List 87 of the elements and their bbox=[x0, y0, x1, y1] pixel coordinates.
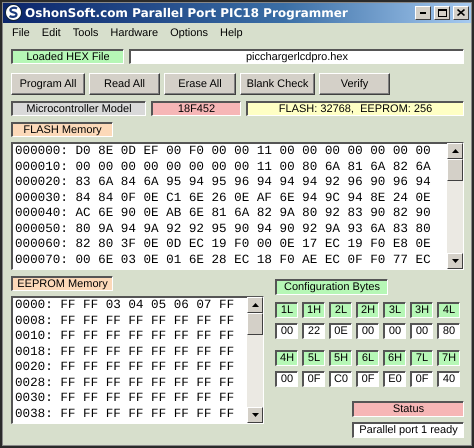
menu-item[interactable]: Hardware bbox=[104, 27, 164, 39]
action-button[interactable]: Program All bbox=[11, 73, 85, 95]
scrollbar-thumb[interactable] bbox=[447, 159, 463, 181]
config-byte-name: 1L bbox=[275, 302, 298, 318]
config-byte-value[interactable]: 0E bbox=[329, 323, 352, 339]
menu-item[interactable]: Options bbox=[164, 27, 214, 39]
model-value: 18F452 bbox=[151, 101, 241, 116]
config-byte-name: 5L bbox=[302, 350, 325, 366]
hex-dump-row-text: 0000: FF FF 03 04 05 06 07 FF bbox=[15, 298, 236, 314]
up-arrow-icon bbox=[452, 149, 458, 153]
hex-dump-row-text: 0030: FF FF FF FF FF FF FF FF bbox=[15, 391, 236, 406]
menu-item[interactable]: Tools bbox=[66, 27, 104, 39]
hex-dump-row-text: 000040: AC 6E 90 0E AB 6E 81 6A 82 9A 80 92 83 90 82 90 bbox=[15, 206, 432, 222]
config-bytes-label: Configuration Bytes bbox=[275, 279, 388, 295]
scrollbar[interactable] bbox=[247, 297, 263, 423]
scrollbar[interactable] bbox=[447, 143, 463, 269]
hex-dump-row-text: 0038: FF FF FF FF FF FF FF FF bbox=[15, 406, 236, 422]
maximize-icon bbox=[438, 8, 446, 16]
memory-section-label: EEPROM Memory bbox=[11, 276, 113, 291]
config-byte-value[interactable]: 40 bbox=[437, 371, 460, 387]
action-button[interactable]: Verify bbox=[319, 73, 390, 95]
hex-dump-row-text: 0018: FF FF FF FF FF FF FF FF bbox=[15, 344, 236, 360]
hex-dump-row-text: 000000: D0 8E 0D EF 00 F0 00 00 11 00 00 00 00 00 00 00 bbox=[15, 144, 432, 160]
close-icon bbox=[457, 9, 465, 16]
config-byte-name: 4L bbox=[437, 302, 460, 318]
minimize-button[interactable] bbox=[415, 6, 431, 20]
hex-dump-view[interactable] bbox=[11, 296, 264, 424]
scroll-down-button[interactable] bbox=[247, 407, 263, 423]
app-logo-icon bbox=[5, 4, 22, 21]
window-title: OshonSoft.com Parallel Port PIC18 Programmer bbox=[25, 6, 349, 20]
status-text: Parallel port 1 ready bbox=[352, 422, 464, 438]
config-byte-value[interactable]: 0F bbox=[410, 371, 433, 387]
config-byte-name: 6H bbox=[383, 350, 406, 366]
minimize-icon bbox=[420, 12, 426, 14]
action-button[interactable]: Blank Check bbox=[240, 73, 315, 95]
config-byte-name: 7L bbox=[410, 350, 433, 366]
config-byte-name: 1H bbox=[302, 302, 325, 318]
config-byte-name: 3L bbox=[383, 302, 406, 318]
config-byte-value[interactable]: 0F bbox=[302, 371, 325, 387]
scrollbar-thumb[interactable] bbox=[247, 313, 263, 335]
hex-file-label: Loaded HEX File bbox=[11, 49, 124, 64]
action-button[interactable]: Erase All bbox=[164, 73, 236, 95]
config-byte-name: 2L bbox=[329, 302, 352, 318]
memory-section-label: FLASH Memory bbox=[11, 122, 113, 137]
config-byte-value[interactable]: 00 bbox=[356, 323, 379, 339]
hex-dump-view[interactable] bbox=[11, 142, 464, 270]
scroll-down-button[interactable] bbox=[447, 253, 463, 269]
config-byte-value[interactable]: 0F bbox=[356, 371, 379, 387]
close-button[interactable] bbox=[453, 6, 469, 20]
hex-dump-row-text: 000060: 82 80 3F 0E 0D EC 19 F0 00 0E 17 EC 19 F0 E8 0E bbox=[15, 237, 432, 252]
maximize-button[interactable] bbox=[434, 6, 450, 20]
config-byte-name: 2H bbox=[356, 302, 379, 318]
menu-item[interactable]: Help bbox=[214, 27, 249, 39]
hex-dump-row-text: 000050: 80 9A 94 9A 92 92 95 90 94 90 92 9A 93 6A 83 80 bbox=[15, 222, 432, 237]
config-byte-name: 3H bbox=[410, 302, 433, 318]
menu-item[interactable]: Edit bbox=[36, 27, 67, 39]
hex-dump-row-text: 0010: FF FF FF FF FF FF FF FF bbox=[15, 329, 236, 344]
model-label: Microcontroller Model bbox=[11, 101, 146, 116]
config-byte-value[interactable]: 00 bbox=[275, 323, 298, 339]
config-byte-name: 4H bbox=[275, 350, 298, 366]
down-arrow-icon bbox=[252, 413, 258, 417]
hex-dump-row-text: 0020: FF FF FF FF FF FF FF FF bbox=[15, 360, 236, 376]
hex-dump-row-text: 000010: 00 00 00 00 00 00 00 00 11 00 80 6A 81 6A 82 6A bbox=[15, 160, 432, 175]
hex-file-field[interactable]: picchargerlcdpro.hex bbox=[129, 49, 464, 64]
config-byte-value[interactable]: E0 bbox=[383, 371, 406, 387]
config-byte-name: 7H bbox=[437, 350, 460, 366]
action-button[interactable]: Read All bbox=[89, 73, 160, 95]
memory-size-info: FLASH: 32768, EEPROM: 256 bbox=[246, 101, 464, 116]
scroll-up-button[interactable] bbox=[247, 297, 263, 313]
up-arrow-icon bbox=[252, 303, 258, 307]
config-byte-value[interactable]: 22 bbox=[302, 323, 325, 339]
config-byte-value[interactable]: C0 bbox=[329, 371, 352, 387]
hex-dump-row-text: 000070: 00 6E 03 0E 01 6E 28 EC 18 F0 AE EC 0F F0 77 EC bbox=[15, 252, 432, 268]
scroll-up-button[interactable] bbox=[447, 143, 463, 159]
hex-dump-row-text: 0028: FF FF FF FF FF FF FF FF bbox=[15, 376, 236, 391]
config-byte-value[interactable]: 80 bbox=[437, 323, 460, 339]
config-byte-value[interactable]: 00 bbox=[383, 323, 406, 339]
config-byte-value[interactable]: 00 bbox=[410, 323, 433, 339]
config-byte-value[interactable]: 00 bbox=[275, 371, 298, 387]
config-byte-name: 5H bbox=[329, 350, 352, 366]
hex-dump-row-text: 000020: 83 6A 84 6A 95 94 95 96 94 94 94 92 96 90 96 94 bbox=[15, 175, 432, 190]
down-arrow-icon bbox=[452, 259, 458, 263]
menu-item[interactable]: File bbox=[6, 27, 36, 39]
config-byte-name: 6L bbox=[356, 350, 379, 366]
hex-dump-row-text: 000030: 84 84 0F 0E C1 6E 26 0E AF 6E 94 9C 94 8E 24 0E bbox=[15, 190, 432, 206]
status-label: Status bbox=[352, 401, 464, 417]
hex-dump-row-text: 0008: FF FF FF FF FF FF FF FF bbox=[15, 314, 236, 329]
